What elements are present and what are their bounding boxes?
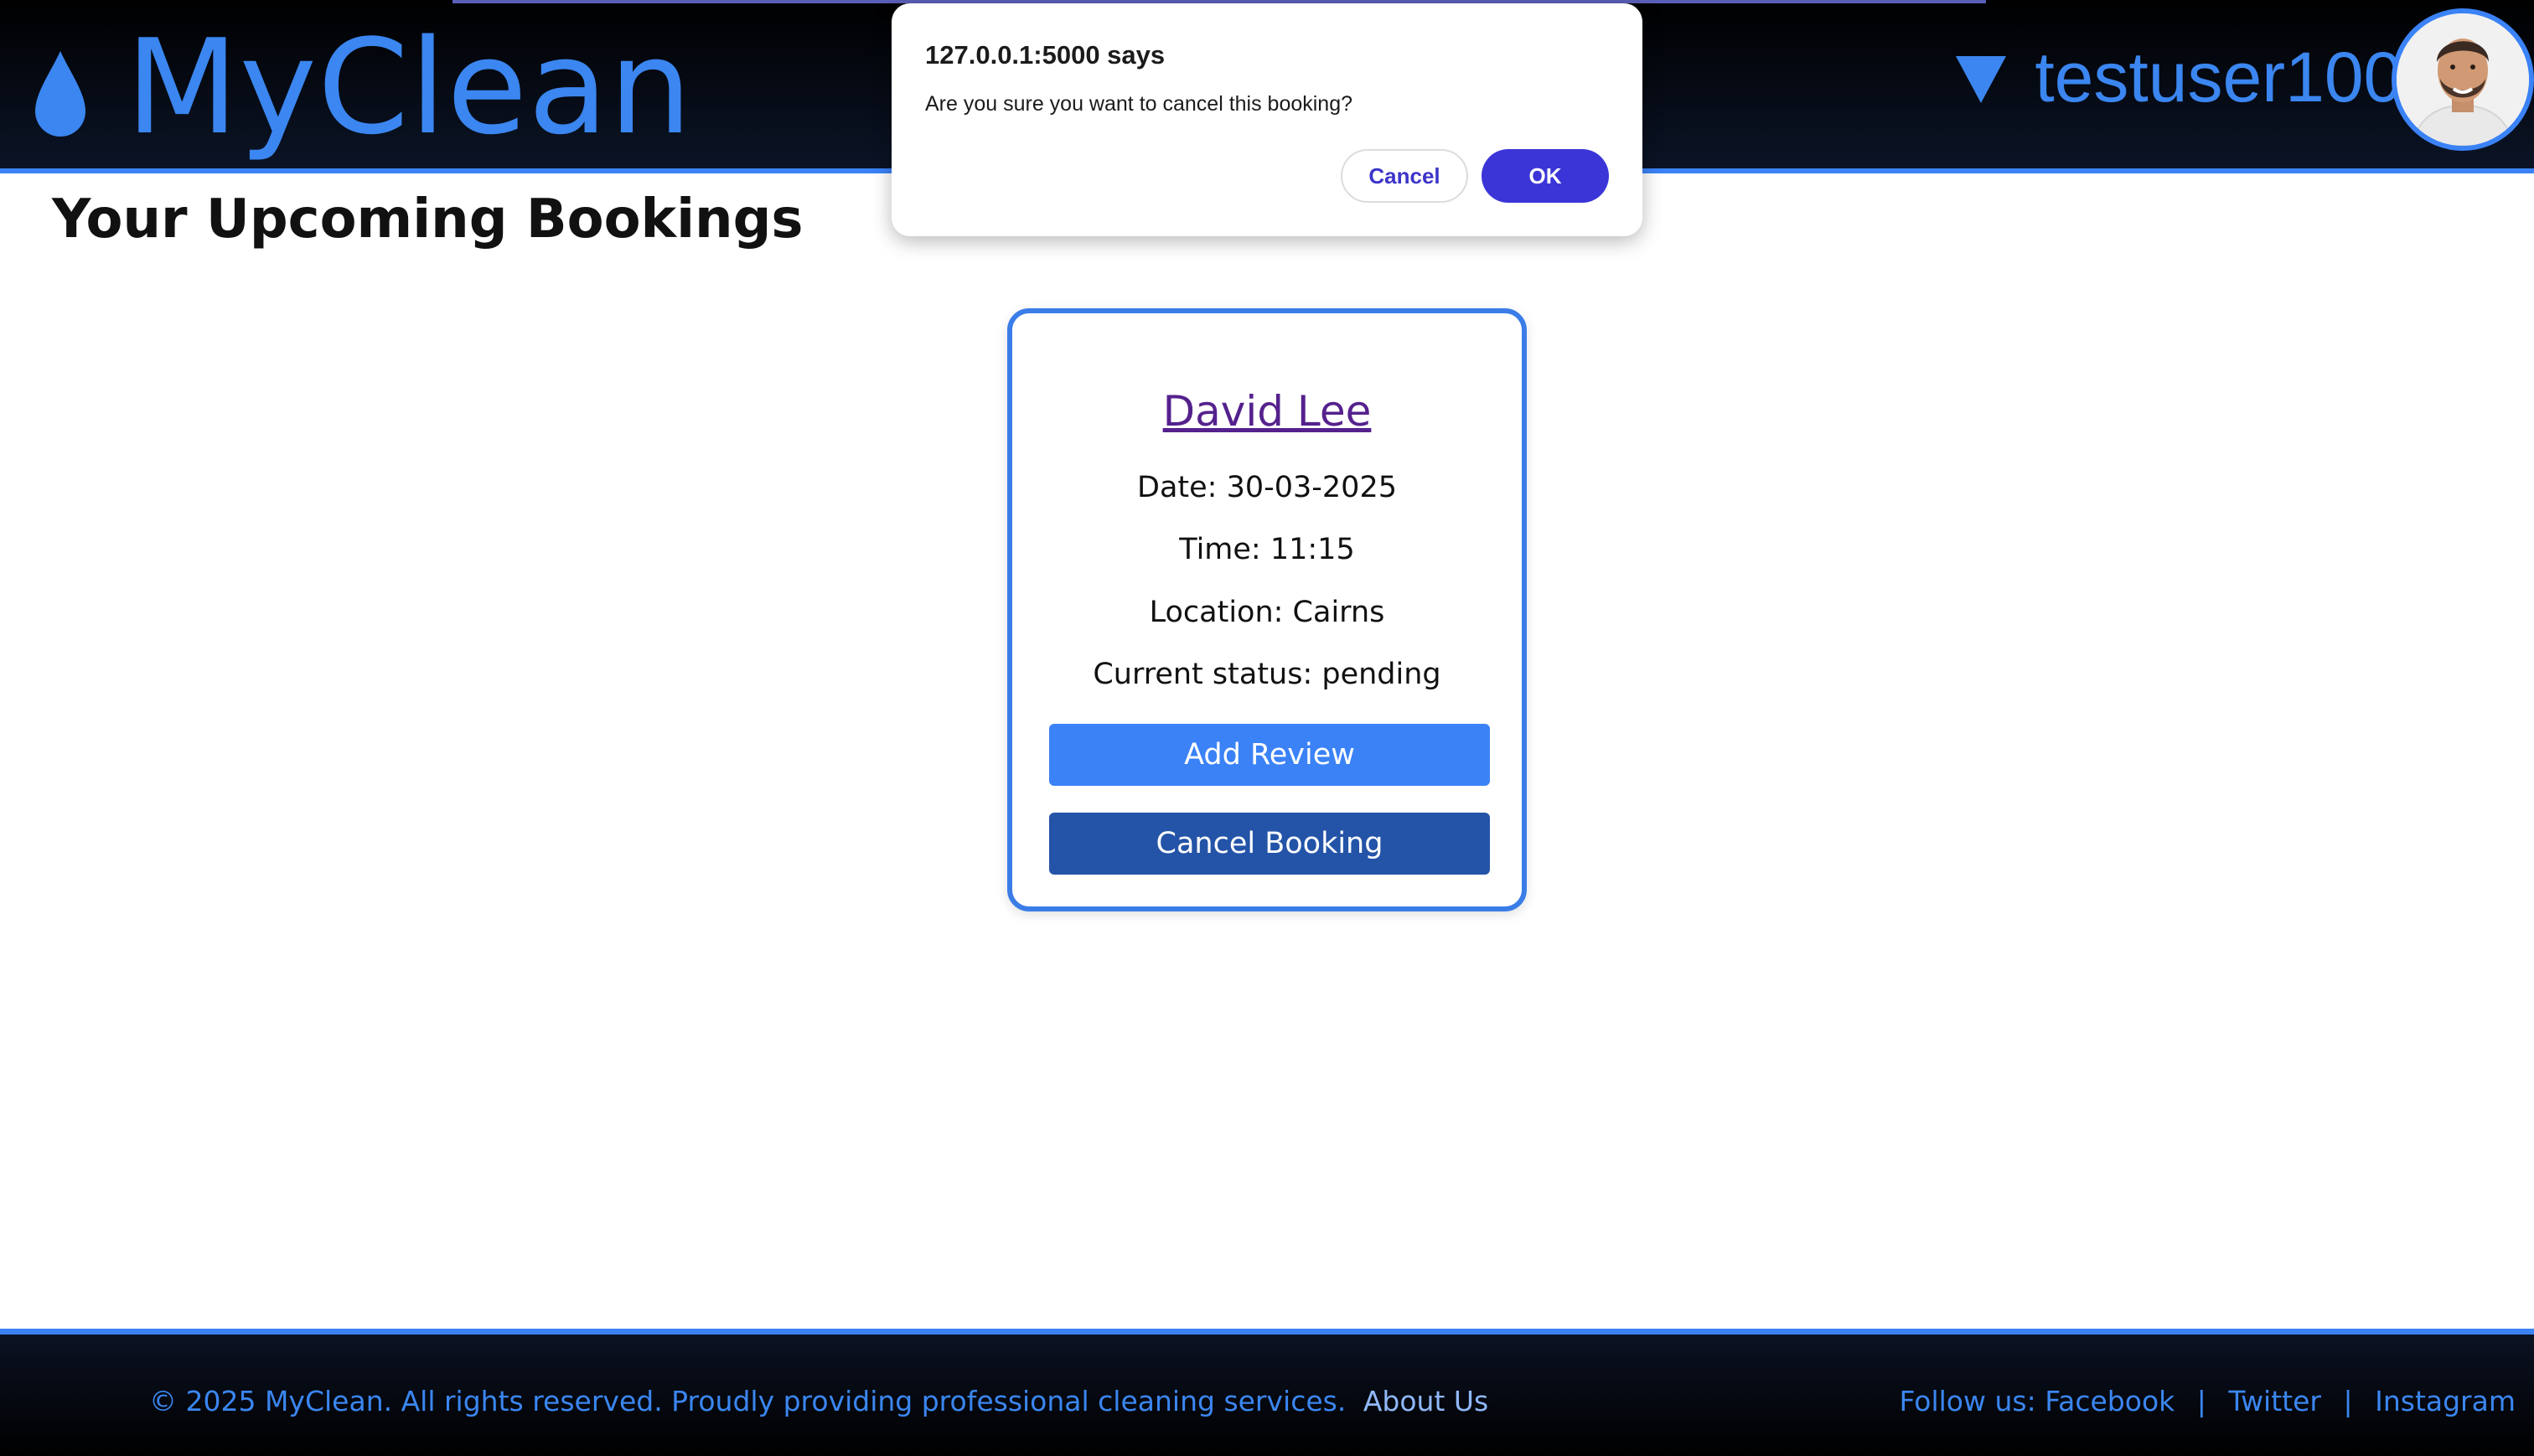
footer-copyright: © 2025 MyClean. All rights reserved. Pro… — [149, 1385, 1347, 1417]
footer-separator: | — [2196, 1385, 2206, 1417]
page: MyClean testuser1000 Your Upcoming Booki… — [0, 0, 2534, 1456]
logo-text: MyClean — [126, 11, 693, 163]
footer-social: Follow us: Facebook | Twitter | Instagra… — [1899, 1385, 2516, 1417]
add-review-button[interactable]: Add Review — [1049, 724, 1490, 786]
dialog-origin: 127.0.0.1:5000 says — [925, 40, 1166, 70]
water-drop-icon — [35, 51, 85, 137]
user-avatar-icon — [2397, 13, 2529, 146]
site-logo[interactable]: MyClean — [32, 12, 693, 163]
booking-date: Date: 30-03-2025 — [1137, 471, 1397, 504]
dialog-message: Are you sure you want to cancel this boo… — [925, 92, 1353, 116]
facebook-link[interactable]: Facebook — [2045, 1385, 2175, 1417]
booking-card: David Lee Date: 30-03-2025 Time: 11:15 L… — [1007, 308, 1527, 911]
cancel-booking-button[interactable]: Cancel Booking — [1049, 813, 1490, 875]
caret-down-icon[interactable] — [1956, 56, 2007, 103]
dialog-cancel-button[interactable]: Cancel — [1341, 149, 1468, 203]
twitter-link[interactable]: Twitter — [2228, 1385, 2321, 1417]
instagram-link[interactable]: Instagram — [2375, 1385, 2516, 1417]
confirm-dialog: 127.0.0.1:5000 says Are you sure you wan… — [892, 3, 1642, 236]
cleaner-name-link[interactable]: David Lee — [1012, 387, 1522, 436]
about-us-link[interactable]: About Us — [1363, 1385, 1488, 1417]
booking-location: Location: Cairns — [1149, 596, 1385, 629]
dialog-ok-button[interactable]: OK — [1482, 149, 1609, 203]
booking-status: Current status: pending — [1093, 658, 1441, 691]
page-title: Your Upcoming Bookings — [52, 188, 804, 250]
footer-separator: | — [2343, 1385, 2353, 1417]
follow-us-label: Follow us: — [1899, 1385, 2036, 1417]
user-menu[interactable]: testuser1000 — [1956, 35, 2442, 119]
site-footer: © 2025 MyClean. All rights reserved. Pro… — [0, 1329, 2534, 1456]
avatar[interactable] — [2392, 8, 2534, 151]
booking-time: Time: 11:15 — [1179, 533, 1355, 566]
username[interactable]: testuser1000 — [2035, 35, 2442, 119]
footer-copyright-area: © 2025 MyClean. All rights reserved. Pro… — [149, 1385, 1488, 1417]
